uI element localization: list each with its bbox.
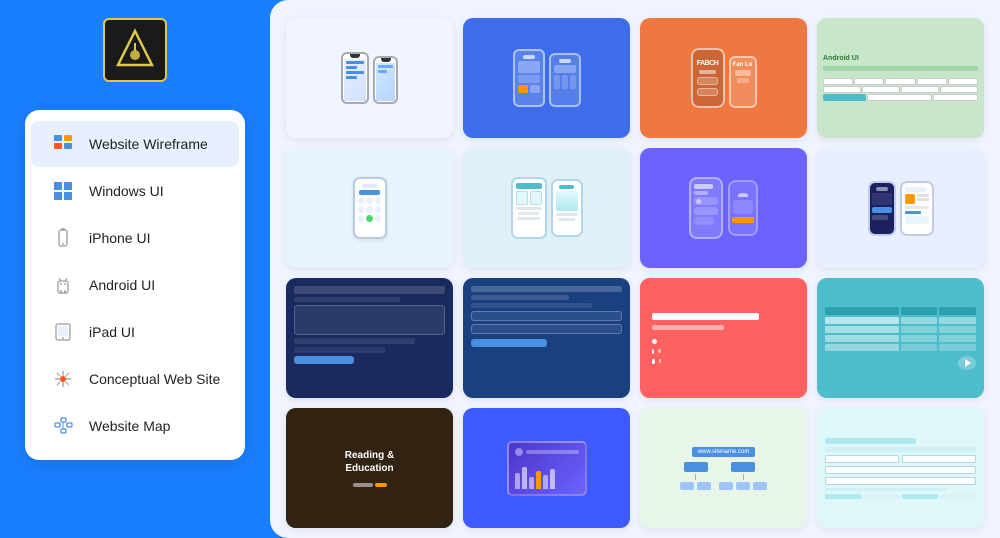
sidebar-label-ipad-ui: iPad UI xyxy=(89,324,135,340)
sidebar-label-conceptual-web: Conceptual Web Site xyxy=(89,371,220,387)
thumbnail-15[interactable]: www.sitename.com xyxy=(640,408,807,528)
left-panel: Website Wireframe Windows UI xyxy=(0,0,270,538)
thumbnail-10[interactable] xyxy=(463,278,630,398)
concept-icon xyxy=(49,365,77,393)
thumbnail-6[interactable] xyxy=(463,148,630,268)
sidebar-item-iphone-ui[interactable]: iPhone UI xyxy=(31,215,239,261)
sidebar-label-windows-ui: Windows UI xyxy=(89,183,164,199)
sidebar-item-android-ui[interactable]: Android UI xyxy=(31,262,239,308)
thumbnail-3[interactable]: FABCH Fan Lo xyxy=(640,18,807,138)
thumbnail-14[interactable] xyxy=(463,408,630,528)
windows-icon xyxy=(49,177,77,205)
android-icon xyxy=(49,271,77,299)
right-panel: FABCH Fan Lo Android UI xyxy=(270,0,1000,538)
sidebar-item-windows-ui[interactable]: Windows UI xyxy=(31,168,239,214)
thumbnail-16[interactable] xyxy=(817,408,984,528)
menu-card: Website Wireframe Windows UI xyxy=(25,110,245,460)
thumbnail-7[interactable] xyxy=(640,148,807,268)
map-icon xyxy=(49,412,77,440)
thumbnail-8[interactable] xyxy=(817,148,984,268)
sidebar-item-website-wireframe[interactable]: Website Wireframe xyxy=(31,121,239,167)
sidebar-label-iphone-ui: iPhone UI xyxy=(89,230,150,246)
reading-education-label: Reading &Education xyxy=(345,449,394,475)
thumbnail-9[interactable] xyxy=(286,278,453,398)
sidebar-item-conceptual-web[interactable]: Conceptual Web Site xyxy=(31,356,239,402)
sidebar-item-website-map[interactable]: Website Map xyxy=(31,403,239,449)
apple-icon xyxy=(49,224,77,252)
thumbnail-1[interactable] xyxy=(286,18,453,138)
thumbnail-4[interactable]: Android UI xyxy=(817,18,984,138)
thumbnail-2[interactable] xyxy=(463,18,630,138)
tablet-icon xyxy=(49,318,77,346)
sidebar-label-website-map: Website Map xyxy=(89,418,170,434)
thumbnails-grid: FABCH Fan Lo Android UI xyxy=(286,18,984,528)
sidebar-label-android-ui: Android UI xyxy=(89,277,155,293)
sidebar-label-website-wireframe: Website Wireframe xyxy=(89,136,208,152)
grid-icon xyxy=(49,130,77,158)
thumbnail-13[interactable]: Reading &Education xyxy=(286,408,453,528)
logo xyxy=(103,18,167,82)
thumbnail-5[interactable] xyxy=(286,148,453,268)
thumbnail-12[interactable] xyxy=(817,278,984,398)
thumbnail-11[interactable] xyxy=(640,278,807,398)
sidebar-item-ipad-ui[interactable]: iPad UI xyxy=(31,309,239,355)
